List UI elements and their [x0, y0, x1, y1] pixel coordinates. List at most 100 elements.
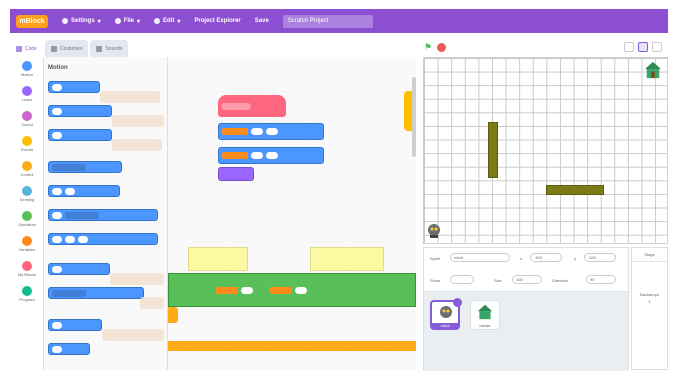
workspace-comment[interactable]	[188, 247, 248, 271]
category-motion[interactable]: Motion	[10, 61, 44, 77]
category-label: Program	[19, 297, 35, 302]
motion-block[interactable]	[218, 123, 324, 140]
category-looks[interactable]: Looks	[10, 86, 44, 102]
tab-code[interactable]: Code	[10, 40, 43, 57]
file-menu-label: File	[123, 18, 135, 24]
category-sound[interactable]: Sound	[10, 111, 44, 127]
category-operators-dot	[22, 211, 32, 221]
file-menu[interactable]: File ▾	[114, 18, 140, 25]
code-icon	[16, 45, 22, 52]
block-palette: Motion	[44, 57, 168, 370]
direction-input[interactable]: 90	[586, 275, 616, 284]
save-menu[interactable]: Save	[255, 18, 269, 24]
sprite-thumb-label: house	[479, 323, 491, 328]
palette-block[interactable]	[48, 343, 90, 355]
category-variables[interactable]: Variables	[10, 236, 44, 252]
tab-sounds[interactable]: Sounds	[90, 40, 129, 57]
palette-title: Motion	[48, 65, 68, 71]
size-input[interactable]: 100	[512, 275, 542, 284]
stage-toolbar: ⚑	[418, 37, 668, 57]
sprite-thumb-house[interactable]: house	[470, 300, 500, 330]
house-thumb-icon	[477, 304, 493, 320]
fullscreen-icon[interactable]	[652, 42, 662, 52]
palette-block[interactable]	[48, 129, 112, 141]
workspace-comment[interactable]	[310, 247, 384, 271]
palette-block[interactable]	[48, 319, 102, 331]
palette-block-ghost	[140, 297, 164, 309]
normal-stage-icon[interactable]	[638, 42, 648, 52]
small-stage-icon[interactable]	[624, 42, 634, 52]
looks-block[interactable]	[218, 167, 254, 181]
stage-canvas[interactable]	[423, 57, 668, 244]
block-input	[266, 128, 278, 135]
category-label: Sensing	[19, 197, 35, 202]
define-block[interactable]	[218, 95, 286, 117]
category-label: Events	[20, 147, 34, 152]
sprite-thumb-robot[interactable]: robot	[430, 298, 462, 330]
project-explorer-menu[interactable]: Project Explorer	[194, 18, 240, 24]
palette-block[interactable]	[48, 81, 100, 93]
category-motion-dot	[22, 61, 32, 71]
category-operators[interactable]: Operators	[10, 211, 44, 227]
y-input[interactable]: -100	[584, 253, 616, 262]
category-events[interactable]: Events	[10, 136, 44, 152]
gear-icon	[62, 18, 68, 24]
sprite-name-input[interactable]: robot	[450, 253, 510, 262]
block-input	[251, 152, 263, 159]
show-toggle[interactable]	[450, 275, 474, 284]
wall-horizontal	[546, 185, 604, 195]
block-dropdown	[52, 163, 86, 171]
palette-block[interactable]	[48, 233, 158, 245]
category-label: Operators	[18, 222, 36, 227]
category-program[interactable]: Program	[10, 286, 44, 302]
sprite-info-pane: Sprite robot x -100 y -100 Show Size 100…	[423, 247, 629, 371]
green-flag-icon[interactable]: ⚑	[424, 42, 433, 52]
settings-menu[interactable]: Settings ▾	[62, 18, 101, 25]
palette-block[interactable]	[48, 263, 110, 275]
block-input	[52, 235, 62, 243]
tab-costumes-label: Costumes	[59, 45, 83, 52]
block-input	[52, 83, 62, 91]
stage-selector[interactable]: Stage Backdrops 1	[631, 247, 668, 370]
category-label: Control	[20, 172, 34, 177]
stop-icon[interactable]	[437, 42, 446, 52]
category-events-dot	[22, 136, 32, 146]
workspace-scrollbar[interactable]	[412, 77, 416, 157]
palette-block[interactable]	[48, 209, 158, 221]
tab-costumes[interactable]: Costumes	[44, 40, 89, 57]
block-input	[52, 107, 62, 115]
motion-block[interactable]	[218, 147, 324, 164]
file-icon	[114, 18, 121, 24]
palette-block[interactable]	[48, 185, 120, 197]
category-sound-dot	[22, 111, 32, 121]
house-sprite[interactable]	[644, 61, 662, 79]
category-label: Variables	[18, 247, 36, 252]
palette-block[interactable]	[48, 105, 112, 117]
category-control[interactable]: Control	[10, 161, 44, 177]
block-dropdown	[52, 289, 86, 297]
wall-vertical	[488, 122, 498, 178]
category-my-blocks-dot	[22, 261, 32, 271]
robot-sprite[interactable]	[426, 223, 442, 239]
control-block-arm[interactable]	[168, 341, 416, 351]
delete-sprite-icon[interactable]	[453, 298, 462, 307]
category-my-blocks[interactable]: My Blocks	[10, 261, 44, 277]
block-input	[52, 345, 62, 353]
category-variables-dot	[22, 236, 32, 246]
save-label: Save	[254, 18, 269, 24]
block-dropdown	[216, 286, 238, 294]
direction-label: Direction	[552, 278, 568, 283]
project-name-input[interactable]: Scratch Project	[282, 14, 373, 28]
palette-block[interactable]	[48, 287, 144, 299]
block-input	[52, 211, 62, 219]
control-block-partial[interactable]	[168, 307, 178, 323]
palette-block-ghost	[110, 273, 164, 285]
block-input	[65, 235, 75, 243]
palette-block[interactable]	[48, 161, 122, 173]
category-sensing[interactable]: Sensing	[10, 186, 44, 202]
operator-block[interactable]	[168, 273, 416, 307]
app-logo[interactable]: mBlock	[16, 14, 48, 28]
x-input[interactable]: -100	[530, 253, 562, 262]
edit-menu[interactable]: Edit ▾	[154, 18, 180, 25]
script-workspace[interactable]	[168, 57, 416, 370]
